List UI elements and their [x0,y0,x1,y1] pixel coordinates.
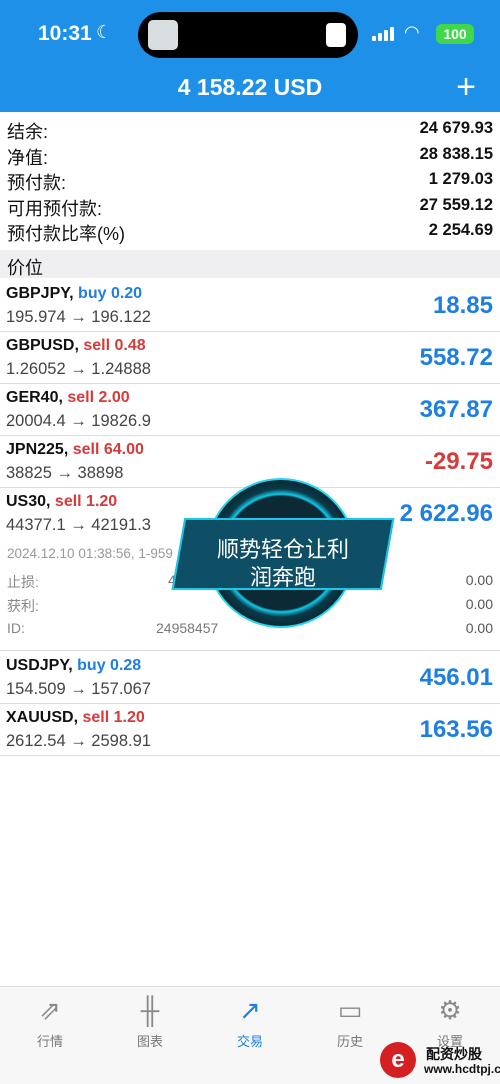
tab-label: 图表 [136,1034,163,1049]
position-symbol: GBPUSD, sell 0.48 [6,337,146,354]
promo-overlay: 顺势轻仓让利 润奔跑 [171,478,395,636]
history-icon: ▭ [337,995,363,1025]
position-prices: 1.26052 → 1.24888 [6,360,151,378]
summary-row-margin-level: 预付款比率(%) 2 254.69 [0,218,500,244]
position-side: sell 2.00 [67,389,130,406]
position-prices: 154.509 → 157.067 [6,680,151,698]
moon-icon: ☾ [96,22,113,42]
tab-label: 行情 [36,1034,63,1049]
position-row-usdjpy[interactable]: USDJPY, buy 0.28 154.509 → 157.067 456.0… [0,652,500,704]
position-symbol: USDJPY, buy 0.28 [6,657,142,674]
dynamic-island [138,12,358,58]
position-side: sell 64.00 [72,441,144,458]
media-thumbnail-icon [148,20,178,50]
wifi-icon: ◠ [404,22,420,42]
summary-value: 27 559.12 [419,195,493,214]
position-profit: 456.01 [419,664,493,691]
position-prices: 195.974 → 196.122 [6,308,151,326]
position-symbol: XAUUSD, sell 1.20 [6,709,145,726]
position-symbol: JPN225, sell 64.00 [6,441,144,458]
summary-row-free-margin: 可用预付款: 27 559.12 [0,193,500,219]
position-symbol: US30, sell 1.20 [6,493,118,510]
watermark: e 配资炒股 www.hcdtpj.com [340,1040,500,1084]
watermark-logo-icon: e [380,1042,416,1078]
quotes-icon: ⇗ [39,995,61,1025]
summary-value: 2 254.69 [428,221,493,239]
tab-chart[interactable]: ╫ 图表 [100,995,200,1055]
position-side: buy 0.28 [77,657,142,674]
position-profit: 558.72 [419,344,493,371]
position-profit: 18.85 [432,292,493,319]
position-prices: 44377.1 → 42191.3 [6,516,151,534]
summary-label: 可用预付款: [7,198,103,219]
summary-value: 28 838.15 [419,144,493,163]
position-symbol: GBPJPY, buy 0.20 [6,285,143,302]
summary-value: 24 679.93 [419,119,493,137]
position-profit: 367.87 [419,396,493,423]
position-open-time: 2024.12.10 01:38:56, 1-959 [7,546,173,561]
stop-loss-label: 止损: [7,574,39,590]
battery-icon: 100 [436,24,474,44]
summary-label: 预付款比率(%) [7,224,125,244]
summary-label: 预付款: [7,173,67,193]
position-prices: 2612.54 → 2598.91 [6,732,151,750]
cellular-signal-icon [372,27,394,41]
position-side: buy 0.20 [78,285,143,302]
settings-icon: ⚙ [438,995,462,1025]
tab-quotes[interactable]: ⇗ 行情 [0,995,100,1055]
account-summary: 结余: 24 679.93 净值: 28 838.15 预付款: 1 279.0… [0,116,500,244]
promo-text-line2: 润奔跑 [249,565,316,590]
watermark-name: 配资炒股 [426,1046,482,1062]
summary-label: 净值: [7,147,49,168]
tab-label: 交易 [236,1034,263,1049]
detail-value: 0.00 [465,572,493,588]
top-bar: 4 158.22 USD + [0,66,500,112]
summary-label: 结余: [7,122,49,142]
position-prices: 20004.4 → 19826.9 [6,412,151,430]
chart-icon: ╫ [140,995,160,1025]
status-bar: 10:31 ☾ ◠ 100 [0,0,500,66]
section-label: 价位 [7,258,43,278]
status-time: 10:31 [38,22,92,45]
positions-section-header: 价位 [0,250,500,278]
position-row-ger40[interactable]: GER40, sell 2.00 20004.4 → 19826.9 367.8… [0,384,500,436]
summary-row-balance: 结余: 24 679.93 [0,116,500,142]
position-profit: 2 622.96 [399,500,493,527]
position-side: sell 1.20 [82,709,145,726]
detail-value: 0.00 [465,596,493,612]
watermark-url: www.hcdtpj.com [424,1062,500,1076]
add-order-button[interactable]: + [456,68,476,107]
summary-value: 1 279.03 [428,170,493,188]
position-row-gbpjpy[interactable]: GBPJPY, buy 0.20 195.974 → 196.122 18.85 [0,280,500,332]
position-prices: 38825 → 38898 [6,464,124,482]
trade-icon: ↗ [239,995,261,1025]
position-row-xauusd[interactable]: XAUUSD, sell 1.20 2612.54 → 2598.91 163.… [0,704,500,756]
position-row-gbpusd[interactable]: GBPUSD, sell 0.48 1.26052 → 1.24888 558.… [0,332,500,384]
summary-row-margin: 预付款: 1 279.03 [0,167,500,193]
speaker-icon [326,23,346,47]
position-profit: -29.75 [424,448,493,475]
summary-row-equity: 净值: 28 838.15 [0,142,500,168]
tab-trade[interactable]: ↗ 交易 [200,995,300,1055]
position-side: sell 1.20 [54,493,118,510]
position-symbol: GER40, sell 2.00 [6,389,130,406]
position-side: sell 0.48 [83,337,146,354]
take-profit-label: 获利: [7,598,39,614]
page-title: 4 158.22 USD [177,74,323,100]
id-label: ID: [7,620,25,636]
position-profit: 163.56 [419,716,493,743]
detail-value: 0.00 [465,620,493,636]
